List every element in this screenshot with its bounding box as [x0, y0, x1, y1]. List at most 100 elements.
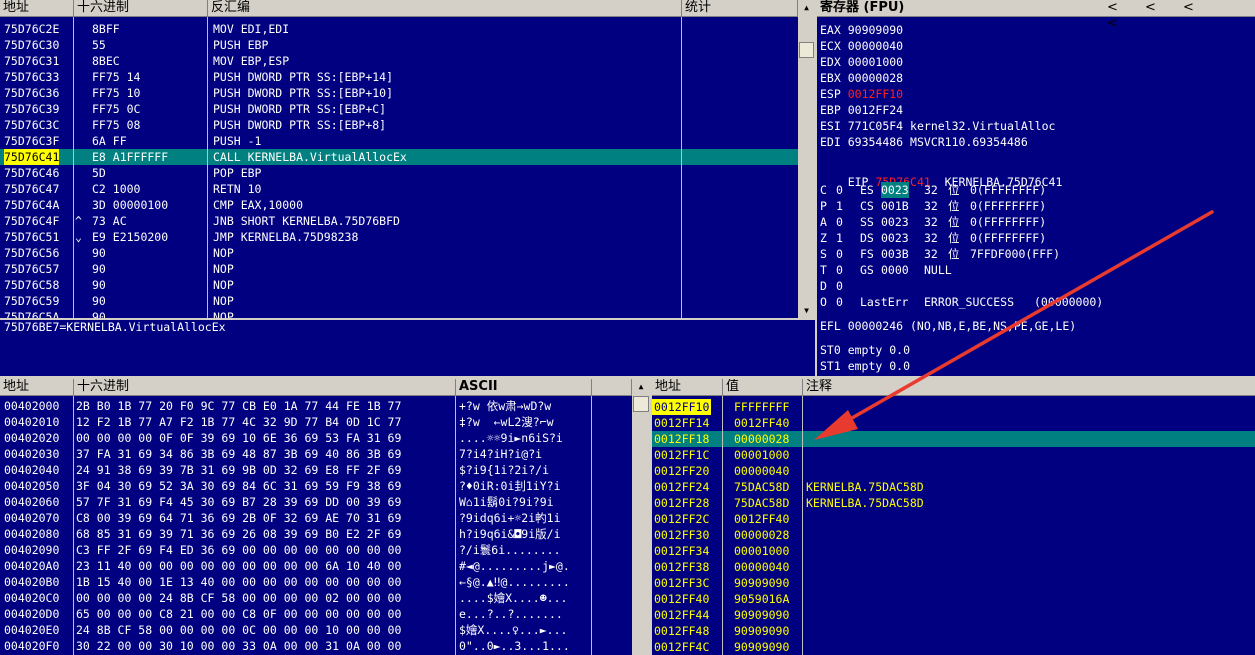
flag-value[interactable]: 1 [836, 198, 843, 214]
dump-ascii[interactable]: ....☼☼9i►n6iS?i [459, 430, 589, 446]
dump-row[interactable]: 0040201012 F2 1B 77 A7 F2 1B 77 4C 32 9D… [0, 414, 632, 430]
disasm-hex[interactable]: FF75 08 [92, 117, 140, 133]
stack-row[interactable]: 0012FF140012FF40 [652, 415, 1255, 431]
stack-row[interactable]: 0012FF409059016A [652, 591, 1255, 607]
stack-address[interactable]: 0012FF34 [652, 543, 711, 559]
register-value[interactable]: 90909090 [848, 23, 903, 37]
disasm-row[interactable]: 75D76C5990NOP [0, 293, 798, 309]
disasm-hex[interactable]: E9 E2150200 [92, 229, 168, 245]
nav-left-icon[interactable]: < [1107, 16, 1145, 32]
segment-value[interactable]: 0000 [881, 262, 909, 278]
stack-header-address[interactable]: 地址 [652, 379, 723, 396]
dump-address[interactable]: 00402090 [4, 542, 59, 558]
disasm-row[interactable]: 75D76C33FF75 14PUSH DWORD PTR SS:[EBP+14… [0, 69, 798, 85]
disasm-instruction[interactable]: PUSH DWORD PTR SS:[EBP+10] [213, 85, 393, 101]
register-row[interactable]: ESI 771C05F4 kernel32.VirtualAlloc [820, 118, 1055, 134]
stack-row[interactable]: 0012FF2C0012FF40 [652, 511, 1255, 527]
disasm-instruction[interactable]: POP EBP [213, 165, 261, 181]
stack-pane[interactable]: 地址 值 注释 0012FF10FFFFFFFF0012FF140012FF40… [652, 379, 1255, 655]
disasm-instruction[interactable]: MOV EBP,ESP [213, 53, 289, 69]
dump-ascii[interactable]: $?i9{1i?2i?/i [459, 462, 589, 478]
registers-pane[interactable]: 寄存器 (FPU) <<<< EAX 90909090 ECX 00000040… [817, 0, 1255, 376]
stack-address[interactable]: 0012FF24 [652, 479, 711, 495]
segment-value[interactable]: 001B [881, 198, 909, 214]
stack-address[interactable]: 0012FF38 [652, 559, 711, 575]
stack-address[interactable]: 0012FF10 [652, 399, 711, 415]
flag-value[interactable]: 0 [836, 278, 843, 294]
disasm-row[interactable]: 75D76C41E8 A1FFFFFFCALL KERNELBA.Virtual… [0, 149, 798, 165]
disasm-instruction[interactable]: PUSH EBP [213, 37, 268, 53]
stack-row[interactable]: 0012FF3000000028 [652, 527, 1255, 543]
disasm-row[interactable]: 75D76C465DPOP EBP [0, 165, 798, 181]
scroll-down-icon[interactable]: ▼ [798, 306, 815, 315]
segment-value[interactable]: 0023 [881, 214, 909, 230]
stack-value[interactable]: 9059016A [734, 591, 789, 607]
disasm-row[interactable]: 75D76C3055PUSH EBP [0, 37, 798, 53]
disasm-address[interactable]: 75D76C5A [4, 309, 59, 318]
dump-pane[interactable]: 地址 十六进制 ASCII 004020002B B0 1B 77 20 F0 … [0, 379, 650, 655]
segment-value[interactable]: 0023 [881, 230, 909, 246]
register-value[interactable]: 771C05F4 [848, 119, 903, 133]
segment-value[interactable]: 003B [881, 246, 909, 262]
disasm-address[interactable]: 75D76C47 [4, 181, 59, 197]
disasm-instruction[interactable]: MOV EDI,EDI [213, 21, 289, 37]
register-row[interactable]: EBP 0012FF24 [820, 102, 910, 118]
stack-row[interactable]: 0012FF4490909090 [652, 607, 1255, 623]
stack-row[interactable]: 0012FF1C00001000 [652, 447, 1255, 463]
dump-ascii[interactable]: #◄@.........j►@. [459, 558, 589, 574]
register-row[interactable]: EDX 00001000 [820, 54, 910, 70]
disasm-instruction[interactable]: CALL KERNELBA.VirtualAllocEx [213, 149, 407, 165]
eip-register[interactable]: EIP 75D76C41 KERNELBA.75D76C41 [820, 158, 1062, 174]
dump-hex[interactable]: C3 FF 2F 69 F4 ED 36 69 00 00 00 00 00 0… [76, 542, 401, 558]
disasm-address[interactable]: 75D76C39 [4, 101, 59, 117]
st0-register[interactable]: ST0 empty 0.0 [820, 342, 910, 358]
stack-value[interactable]: 00000028 [734, 527, 789, 543]
register-row[interactable]: EBX 00000028 [820, 70, 910, 86]
dump-address[interactable]: 00402010 [4, 414, 59, 430]
dump-row[interactable]: 004020D065 00 00 00 C8 21 00 00 C8 0F 00… [0, 606, 632, 622]
col-header-comment[interactable]: 统计 [682, 0, 798, 17]
dump-hex[interactable]: 2B B0 1B 77 20 F0 9C 77 CB E0 1A 77 44 F… [76, 398, 401, 414]
disasm-address[interactable]: 75D76C57 [4, 261, 59, 277]
disasm-instruction[interactable]: NOP [213, 277, 234, 293]
disasm-instruction[interactable]: JMP KERNELBA.75D98238 [213, 229, 358, 245]
nav-left-icon[interactable]: < [1107, 0, 1145, 16]
dump-hex[interactable]: 24 91 38 69 39 7B 31 69 9B 0D 32 69 E8 F… [76, 462, 401, 478]
dump-row[interactable]: 0040202000 00 00 00 0F 0F 39 69 10 6E 36… [0, 430, 632, 446]
dump-ascii[interactable]: ?/i鬟6i........ [459, 542, 589, 558]
disasm-hex[interactable]: 90 [92, 277, 106, 293]
dump-ascii[interactable]: ?♦0iR:0i刲1iY?i [459, 478, 589, 494]
disasm-address[interactable]: 75D76C33 [4, 69, 59, 85]
stack-address[interactable]: 0012FF2C [652, 511, 711, 527]
dump-ascii[interactable]: e...?..?....... [459, 606, 589, 622]
dump-row[interactable]: 0040208068 85 31 69 39 71 36 69 26 08 39… [0, 526, 632, 542]
disasm-row[interactable]: 75D76C5790NOP [0, 261, 798, 277]
dump-hex[interactable]: 00 00 00 00 24 8B CF 58 00 00 00 00 02 0… [76, 590, 401, 606]
stack-address[interactable]: 0012FF28 [652, 495, 711, 511]
disasm-instruction[interactable]: JNB SHORT KERNELBA.75D76BFD [213, 213, 400, 229]
disasm-row[interactable]: 75D76C4A3D 00000100CMP EAX,10000 [0, 197, 798, 213]
dump-hex[interactable]: 57 7F 31 69 F4 45 30 69 B7 28 39 69 DD 0… [76, 494, 401, 510]
dump-hex[interactable]: 30 22 00 00 30 10 00 00 33 0A 00 00 31 0… [76, 638, 401, 654]
disasm-instruction[interactable]: PUSH DWORD PTR SS:[EBP+C] [213, 101, 386, 117]
dump-address[interactable]: 00402080 [4, 526, 59, 542]
dump-address[interactable]: 004020D0 [4, 606, 59, 622]
dump-row[interactable]: 004020002B B0 1B 77 20 F0 9C 77 CB E0 1A… [0, 398, 632, 414]
disasm-row[interactable]: 75D76C3F6A FFPUSH -1 [0, 133, 798, 149]
stack-value[interactable]: 90909090 [734, 639, 789, 655]
disasm-address[interactable]: 75D76C3F [4, 133, 59, 149]
dump-row[interactable]: 00402090 C3 FF 2F 69 F4 ED 36 69 00 00 00… [0, 542, 632, 558]
dump-ascii[interactable]: $嬒X....♀...►... [459, 622, 589, 638]
dump-ascii[interactable]: ....$嬒X....☻... [459, 590, 589, 606]
segment-value[interactable]: 0023 [881, 182, 909, 198]
dump-address[interactable]: 004020A0 [4, 558, 59, 574]
stack-row[interactable]: 0012FF2475DAC58DKERNELBA.75DAC58D [652, 479, 1255, 495]
stack-header-comment[interactable]: 注释 [803, 379, 1255, 396]
stack-value[interactable]: 0012FF40 [734, 415, 789, 431]
stack-row[interactable]: 0012FF2875DAC58DKERNELBA.75DAC58D [652, 495, 1255, 511]
register-value[interactable]: 69354486 [848, 135, 903, 149]
dump-row[interactable]: 0040204024 91 38 69 39 7B 31 69 9B 0D 32… [0, 462, 632, 478]
register-row[interactable]: EDI 69354486 MSVCR110.69354486 [820, 134, 1028, 150]
disasm-hex[interactable]: 90 [92, 309, 106, 318]
disasm-instruction[interactable]: CMP EAX,10000 [213, 197, 303, 213]
